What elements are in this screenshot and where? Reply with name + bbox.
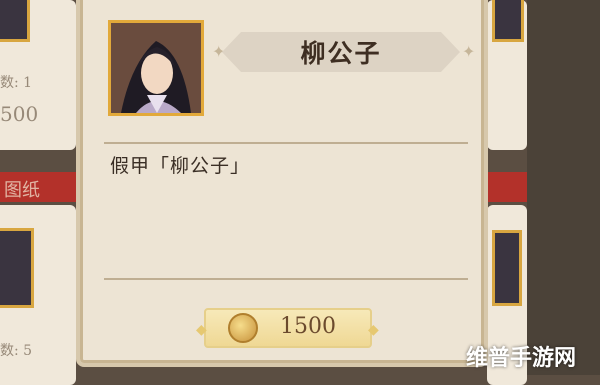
shop-card-portrait-right bbox=[492, 0, 524, 42]
shop-card-price: 500 bbox=[0, 102, 39, 126]
character-portrait bbox=[108, 20, 204, 116]
shop-card-portrait bbox=[0, 0, 30, 42]
item-name: 柳公子 bbox=[300, 39, 382, 68]
coin-icon bbox=[228, 313, 258, 343]
background-shadow bbox=[527, 0, 600, 375]
character-avatar-icon bbox=[111, 23, 201, 113]
purchase-price-button[interactable]: ◆ 1500 ◆ bbox=[196, 308, 379, 348]
divider-bottom bbox=[104, 278, 468, 280]
shop-card-count: 数: 1 bbox=[0, 75, 33, 91]
divider-top bbox=[104, 142, 468, 144]
watermark: 维普手游网 bbox=[466, 346, 577, 371]
item-name-plate: 柳公子 bbox=[222, 32, 460, 72]
item-description: 假甲「柳公子」 bbox=[110, 155, 251, 177]
shop-card-portrait-right-2 bbox=[492, 230, 522, 306]
item-detail-modal: ✦ 柳公子 ✦ 假甲「柳公子」 ◆ 1500 ◆ bbox=[76, 0, 488, 367]
shop-category-label: 图纸 bbox=[4, 180, 40, 201]
shop-card-portrait-2 bbox=[0, 228, 34, 308]
price-value: 1500 bbox=[280, 314, 336, 339]
shop-card-count-2: 数: 5 bbox=[0, 343, 33, 359]
